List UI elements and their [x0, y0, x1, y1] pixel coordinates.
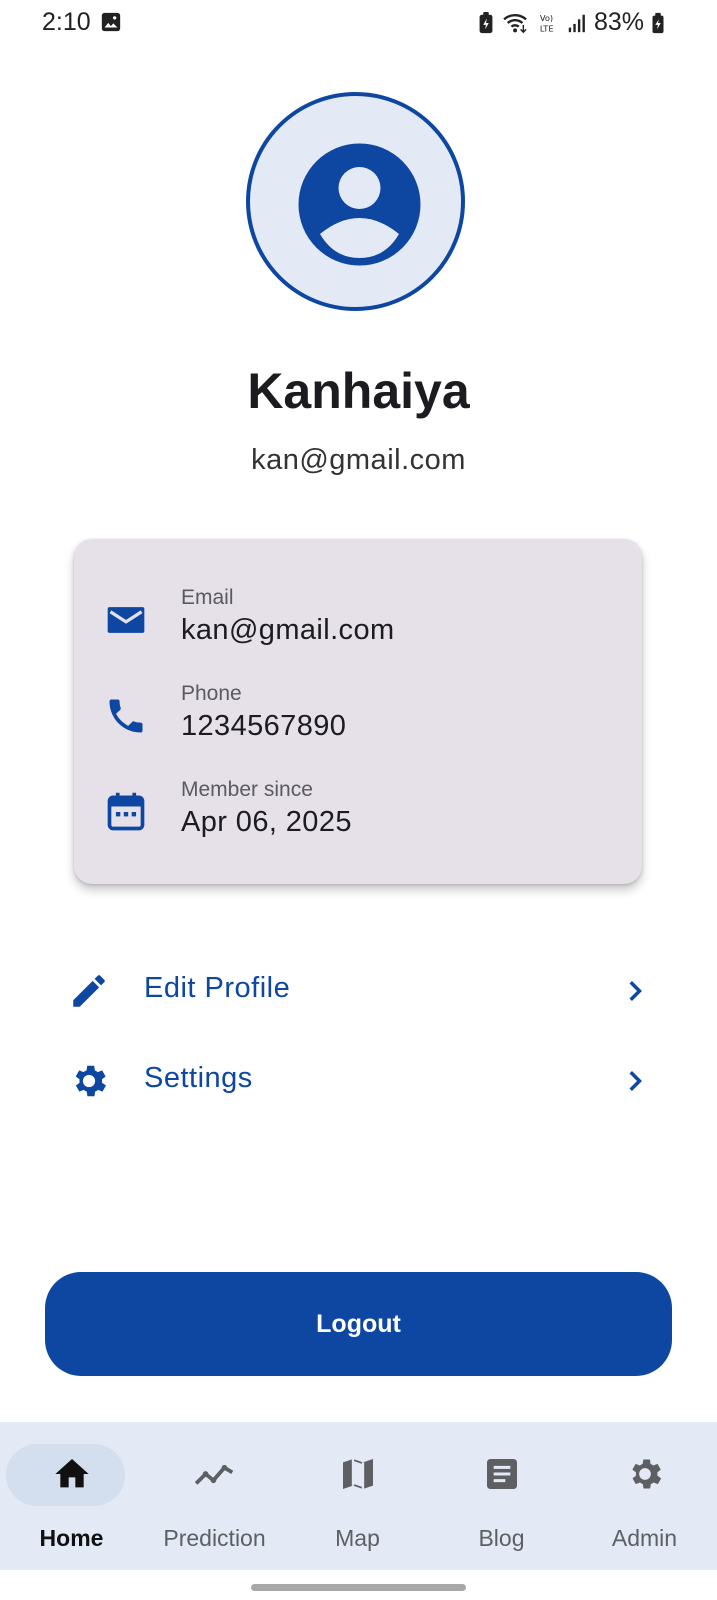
account-circle-icon — [298, 143, 421, 266]
info-label: Phone — [181, 682, 242, 705]
battery-saver-icon — [478, 11, 494, 34]
status-time: 2:10 — [42, 8, 91, 36]
profile-name: Kanhaiya — [247, 363, 470, 419]
info-value: Apr 06, 2025 — [181, 806, 352, 838]
info-card: Email kan@gmail.com Phone 1234567890 Mem… — [74, 539, 642, 884]
signal-icon — [567, 12, 587, 34]
status-icons: Vo) LTE 83% — [478, 8, 665, 37]
info-value: 1234567890 — [181, 710, 347, 742]
image-icon — [100, 11, 122, 38]
nav-item-blog[interactable]: Blog — [430, 1422, 573, 1570]
settings-icon — [625, 1454, 665, 1499]
svg-text:LTE: LTE — [540, 23, 554, 33]
trending-icon — [193, 1454, 237, 1499]
mail-icon — [104, 598, 148, 642]
wifi-icon — [501, 12, 531, 34]
nav-label: Blog — [478, 1525, 525, 1551]
info-row-phone: Phone 1234567890 — [74, 682, 642, 762]
phone-icon — [104, 694, 148, 738]
gesture-handle[interactable] — [251, 1584, 466, 1591]
settings-icon — [68, 1060, 110, 1107]
nav-item-map[interactable]: Map — [286, 1422, 429, 1570]
status-bar: 2:10 Vo) LTE 83% — [0, 0, 717, 48]
info-value: kan@gmail.com — [181, 614, 395, 646]
edit-profile-label: Edit Profile — [144, 972, 291, 1004]
nav-label: Admin — [611, 1525, 678, 1551]
volte-icon: Vo) LTE — [538, 12, 560, 34]
info-row-member-since: Member since Apr 06, 2025 — [74, 778, 642, 858]
article-icon — [482, 1454, 522, 1499]
nav-item-home[interactable]: Home — [0, 1422, 143, 1570]
nav-label: Home — [39, 1525, 104, 1551]
nav-item-admin[interactable]: Admin — [573, 1422, 716, 1570]
battery-text: 83% — [593, 8, 644, 36]
chevron-right-icon — [620, 1066, 650, 1101]
settings-label: Settings — [144, 1062, 253, 1094]
info-label: Email — [181, 586, 234, 609]
info-label: Member since — [181, 778, 313, 801]
nav-item-prediction[interactable]: Prediction — [143, 1422, 286, 1570]
nav-label: Prediction — [163, 1525, 266, 1551]
chevron-right-icon — [620, 976, 650, 1011]
calendar-icon — [104, 790, 148, 834]
battery-charging-icon — [651, 12, 665, 34]
avatar — [246, 92, 465, 311]
home-icon — [52, 1454, 92, 1499]
edit-profile-item[interactable]: Edit Profile — [40, 952, 670, 1032]
nav-label: Map — [335, 1525, 380, 1551]
profile-email: kan@gmail.com — [251, 444, 466, 476]
info-row-email: Email kan@gmail.com — [74, 586, 642, 666]
settings-item[interactable]: Settings — [40, 1042, 670, 1122]
svg-text:Vo): Vo) — [540, 13, 553, 23]
edit-icon — [68, 970, 110, 1017]
bottom-nav: Home Prediction Map Blog Admin — [0, 1422, 717, 1570]
map-icon — [338, 1454, 378, 1499]
logout-button[interactable]: Logout — [45, 1272, 672, 1376]
